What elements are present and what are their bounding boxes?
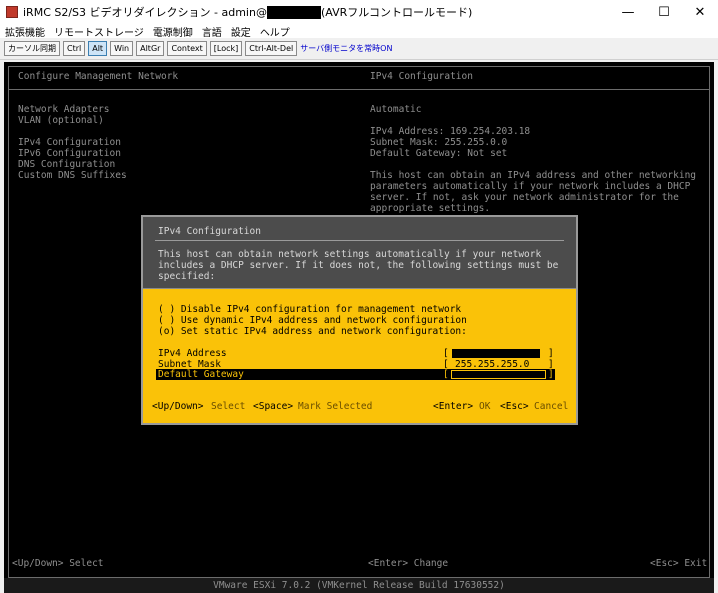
right-pane-title: IPv4 Configuration (370, 71, 473, 82)
dialog-esc-text[interactable]: Cancel (534, 401, 568, 412)
lock-button[interactable]: [Lock] (209, 41, 243, 56)
close-button[interactable]: ✕ (682, 0, 718, 24)
right-description-2: parameters automatically if your network… (370, 181, 691, 192)
right-subnet-mask: Subnet Mask: 255.255.0.0 (370, 137, 508, 148)
dcui-divider (8, 89, 710, 90)
menu-power-control[interactable]: 電源制御 (153, 24, 193, 39)
menu-dns-configuration[interactable]: DNS Configuration (18, 159, 115, 170)
minimize-button[interactable]: — (610, 0, 646, 24)
window-title-suffix: (AVRフルコントロールモード) (320, 6, 473, 19)
dialog-intro-2: includes a DHCP server. If it does not, … (158, 260, 559, 271)
menu-custom-dns-suffixes[interactable]: Custom DNS Suffixes (18, 170, 127, 181)
right-ipv4-address: IPv4 Address: 169.254.203.18 (370, 126, 531, 137)
ipv4-config-dialog: IPv4 Configuration This host can obtain … (141, 215, 578, 425)
footer-updown-hint: <Up/Down> Select (12, 558, 104, 569)
ipv4-address-field-open: [ (443, 348, 449, 359)
menu-vlan[interactable]: VLAN (optional) (18, 115, 104, 126)
ipv4-address-field-value-redacted[interactable] (452, 349, 540, 358)
ctrl-button[interactable]: Ctrl (63, 41, 86, 56)
default-gateway-field-open: [ (443, 369, 449, 380)
right-mode: Automatic (370, 104, 422, 115)
menu-ipv6-configuration[interactable]: IPv6 Configuration (18, 148, 121, 159)
footer-enter-hint: <Enter> Change (368, 558, 449, 569)
redacted-hostname (266, 5, 321, 19)
window-title-bar: iRMC S2/S3 ビデオリダイレクション - admin@ (AVRフルコン… (0, 0, 718, 25)
footer-esc-hint: <Esc> Exit (650, 558, 708, 569)
default-gateway-field-close: ] (548, 369, 554, 380)
menu-settings[interactable]: 設定 (231, 24, 251, 39)
right-description-4: appropriate settings. (370, 203, 491, 214)
app-icon (6, 6, 18, 18)
toolbar: カーソル同期 Ctrl Alt Win AltGr Context [Lock]… (0, 38, 718, 60)
dialog-enter-text[interactable]: OK (479, 401, 490, 412)
altgr-button[interactable]: AltGr (136, 41, 165, 56)
cursor-sync-button[interactable]: カーソル同期 (4, 41, 60, 56)
default-gateway-field[interactable] (451, 370, 546, 379)
status-bar: VMware ESXi 7.0.2 (VMKernel Release Buil… (4, 578, 714, 593)
window-title: iRMC S2/S3 ビデオリダイレクション - admin@ (AVRフルコン… (23, 4, 472, 20)
dialog-title: IPv4 Configuration (158, 226, 261, 237)
left-pane-title: Configure Management Network (18, 71, 179, 82)
menu-remote-storage[interactable]: リモートストレージ (54, 24, 144, 39)
option-disable-ipv4[interactable]: ( ) Disable IPv4 configuration for manag… (158, 304, 461, 315)
option-static-ipv4[interactable]: (o) Set static IPv4 address and network … (158, 326, 467, 337)
dialog-intro-1: This host can obtain network settings au… (158, 249, 542, 260)
menu-bar: 拡張機能 リモートストレージ 電源制御 言語 設定 ヘルプ (0, 24, 718, 39)
default-gateway-label: Default Gateway (158, 369, 244, 380)
right-description-1: This host can obtain an IPv4 address and… (370, 170, 697, 181)
window-controls: — ☐ ✕ (610, 0, 718, 24)
monitor-always-on-link[interactable]: サーバ側モニタを常時ON (300, 43, 392, 54)
dialog-space-key: <Space> (253, 401, 294, 412)
ctrl-alt-del-button[interactable]: Ctrl-Alt-Del (245, 41, 298, 56)
dialog-updown-key: <Up/Down> (152, 401, 204, 412)
maximize-button[interactable]: ☐ (646, 0, 682, 24)
menu-language[interactable]: 言語 (202, 24, 222, 39)
dialog-header: IPv4 Configuration This host can obtain … (143, 217, 576, 289)
ipv4-address-label: IPv4 Address (158, 348, 227, 359)
right-default-gateway: Default Gateway: Not set (370, 148, 508, 159)
dialog-updown-text: Select (211, 401, 246, 412)
menu-help[interactable]: ヘルプ (260, 24, 290, 39)
menu-ipv4-configuration[interactable]: IPv4 Configuration (18, 137, 121, 148)
dialog-esc-key[interactable]: <Esc> (500, 401, 529, 412)
window-title-prefix: iRMC S2/S3 ビデオリダイレクション - admin@ (23, 6, 267, 19)
context-button[interactable]: Context (167, 41, 207, 56)
remote-console[interactable]: Configure Management Network IPv4 Config… (4, 62, 714, 593)
alt-button[interactable]: Alt (88, 41, 108, 56)
ipv4-address-field-close: ] (548, 348, 554, 359)
dialog-space-text: Mark Selected (298, 401, 373, 412)
option-dynamic-ipv4[interactable]: ( ) Use dynamic IPv4 address and network… (158, 315, 467, 326)
menu-network-adapters[interactable]: Network Adapters (18, 104, 110, 115)
win-button[interactable]: Win (110, 41, 134, 56)
status-bar-text: VMware ESXi 7.0.2 (VMKernel Release Buil… (213, 580, 505, 591)
dialog-enter-key[interactable]: <Enter> (433, 401, 473, 412)
dialog-title-separator (155, 240, 564, 241)
dialog-intro-3: specified: (158, 271, 216, 282)
right-description-3: server. If not, ask your network adminis… (370, 192, 679, 203)
menu-extensions[interactable]: 拡張機能 (5, 24, 45, 39)
